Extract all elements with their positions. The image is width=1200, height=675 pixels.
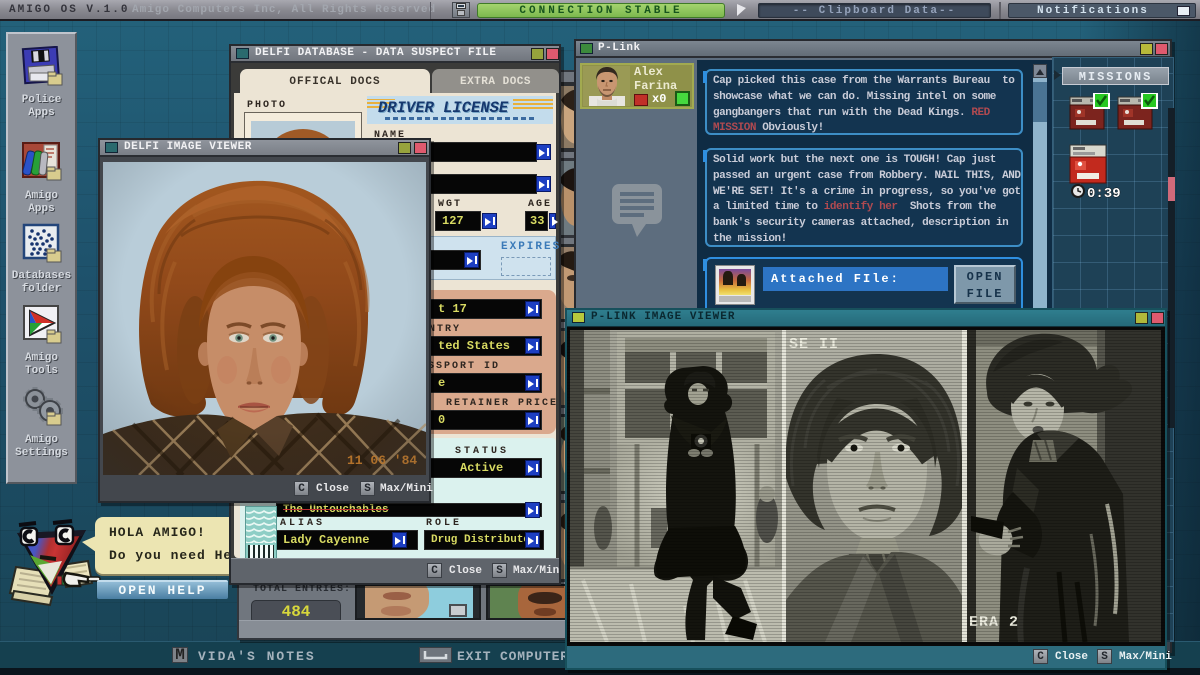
svg-text:0:39: 0:39 [1087,186,1121,202]
